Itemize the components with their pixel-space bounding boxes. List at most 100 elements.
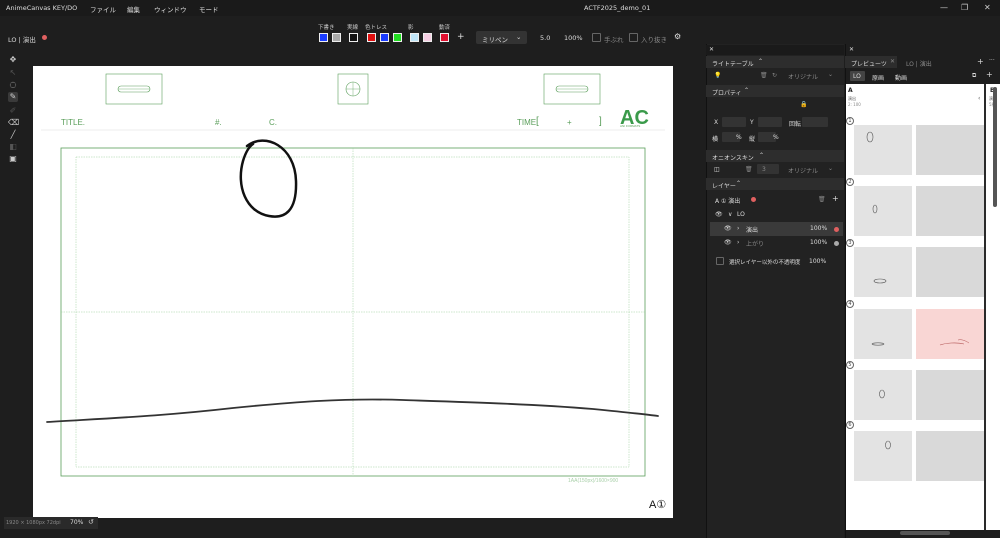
onion-toggle-icon[interactable]: ◫ — [714, 166, 720, 173]
outside-opacity-label: 選択レイヤー以外の不透明度 — [729, 260, 801, 266]
time-bracket-open: [ — [536, 116, 539, 127]
outside-opacity-checkbox[interactable] — [716, 257, 724, 265]
color-swatch-green[interactable] — [393, 33, 402, 42]
brush-select[interactable]: ミリペン ⌄ — [476, 31, 527, 44]
color-swatch-light-blue[interactable] — [410, 33, 419, 42]
color-swatch-red[interactable] — [367, 33, 376, 42]
delete-icon[interactable]: 🗑 — [745, 166, 753, 173]
maximize-icon[interactable]: ❐ — [961, 3, 968, 12]
preview-tab-label[interactable]: LO | 演出 — [906, 59, 932, 68]
menu-window[interactable]: ウィンドウ — [154, 4, 187, 14]
close-icon[interactable]: ✕ — [984, 3, 991, 12]
rotate-field[interactable] — [802, 117, 828, 127]
chevron-icon[interactable]: ⌃ — [744, 87, 749, 94]
reset-zoom-icon[interactable]: ↺ — [88, 518, 94, 526]
menu-mode[interactable]: モード — [199, 4, 219, 14]
color-group-label: 影 — [408, 25, 414, 31]
brush-name: ミリペン — [482, 36, 508, 44]
chevron-down-icon[interactable]: ⌄ — [828, 71, 833, 78]
subtab-douga[interactable]: 動画 — [895, 73, 907, 82]
frame-thumbnails — [866, 131, 970, 450]
color-swatch-gray[interactable] — [332, 33, 341, 42]
color-swatch-blue[interactable] — [319, 33, 328, 42]
lightbulb-icon[interactable]: 💡 — [714, 72, 721, 79]
pen-tool-icon[interactable]: ✎ — [8, 92, 18, 102]
eraser-tool-icon[interactable]: ⌫ — [8, 118, 19, 128]
layer-opacity: 100% — [810, 239, 828, 246]
chevron-right-icon[interactable]: › — [737, 239, 739, 246]
color-swatch-black[interactable] — [349, 33, 358, 42]
subtab-genga[interactable]: 原画 — [872, 73, 884, 82]
add-layer-button[interactable]: + — [832, 194, 839, 203]
color-swatch-red[interactable] — [440, 33, 449, 42]
chevron-down-icon[interactable]: ∨ — [728, 211, 732, 218]
horizontal-scrollbar[interactable] — [900, 531, 950, 535]
copy-icon[interactable]: ⧉ — [972, 72, 976, 80]
time-plus: + — [567, 118, 572, 127]
status-bar: 1920 × 1080px 72dpi 70% ↺ — [4, 517, 98, 529]
color-group-label: 動済 — [439, 25, 451, 31]
color-swatch-pink[interactable] — [423, 33, 432, 42]
delete-layer-icon[interactable]: 🗑 — [818, 196, 826, 203]
menu-edit[interactable]: 編集 — [127, 4, 140, 14]
minimize-icon[interactable]: — — [940, 3, 948, 12]
chevron-icon[interactable]: ⌃ — [736, 180, 741, 187]
stabilizer-checkbox[interactable] — [592, 33, 601, 42]
fill-tool-icon[interactable]: ◧ — [8, 142, 18, 152]
add-color-button[interactable]: + — [457, 32, 465, 42]
layers-title: レイヤー — [712, 183, 736, 190]
onion-count-select[interactable]: 3 — [757, 164, 779, 174]
y-label: Y — [750, 119, 754, 126]
tab-close-icon[interactable]: ✕ — [890, 58, 895, 65]
add-frame-button[interactable]: + — [986, 70, 993, 79]
chevron-icon[interactable]: ⌃ — [758, 58, 763, 65]
chevron-down-icon[interactable]: ⌄ — [828, 165, 833, 172]
chevron-right-icon[interactable]: › — [737, 225, 739, 232]
line-tool-icon[interactable]: ╱ — [8, 130, 18, 140]
select-tool-icon[interactable]: ↖ — [8, 68, 18, 78]
lasso-tool-icon[interactable]: ◌ — [8, 80, 18, 90]
row-number: 2 — [846, 178, 854, 186]
pressure-checkbox[interactable] — [629, 33, 638, 42]
menu-bar: AnimeCanvas KEY/DO ファイル 編集 ウィンドウ モード ACT… — [0, 0, 1000, 16]
panel-close-icon[interactable]: ✕ — [709, 46, 714, 53]
title-label: TITLE. — [61, 118, 86, 127]
eye-icon[interactable]: 👁 — [724, 225, 732, 232]
layer-row[interactable]: 👁 ∨ LO — [710, 208, 843, 222]
color-swatch-blue[interactable] — [380, 33, 389, 42]
delete-icon[interactable]: 🗑 — [760, 72, 768, 79]
zoom-level[interactable]: 70% — [70, 519, 83, 526]
onion-mode[interactable]: オリジナル — [788, 166, 818, 175]
layer-row[interactable]: 👁 › 上がり 100% — [710, 236, 843, 250]
eye-icon[interactable]: 👁 — [724, 239, 732, 246]
lighttable-mode[interactable]: オリジナル — [788, 72, 818, 81]
stabilizer-label: 手ぶれ — [604, 36, 624, 44]
layer-row-selected[interactable]: 👁 › 演出 100% — [710, 222, 843, 236]
add-tab-button[interactable]: + — [977, 57, 984, 66]
subtab-lo[interactable]: LO — [850, 71, 865, 81]
height-unit: % — [773, 134, 779, 141]
more-icon[interactable]: ··· — [989, 57, 995, 64]
panel-close-icon[interactable]: ✕ — [849, 46, 854, 53]
onion-title: オニオンスキン — [712, 155, 754, 162]
canvas-guides: AC — [41, 73, 665, 477]
image-tool-icon[interactable]: ▣ — [8, 154, 18, 164]
column-divider — [984, 84, 986, 530]
y-field[interactable] — [758, 117, 782, 127]
outside-opacity-value[interactable]: 100% — [809, 258, 826, 265]
brush-tool-icon[interactable]: ✐ — [8, 106, 18, 116]
x-field[interactable] — [722, 117, 746, 127]
drawing-canvas[interactable]: AC TITLE. #. C. TIME [ + ] ANI FORMATS 1… — [33, 66, 673, 518]
chevron-icon[interactable]: ⌃ — [759, 152, 764, 159]
menu-file[interactable]: ファイル — [90, 4, 116, 14]
gear-icon[interactable]: ⚙ — [674, 32, 681, 41]
onion-header: オニオンスキン ⌃ — [706, 150, 844, 162]
vertical-scrollbar[interactable] — [993, 87, 997, 207]
x-label: X — [714, 119, 719, 126]
brush-opacity[interactable]: 100% — [564, 34, 583, 42]
lock-icon[interactable]: 🔒 — [800, 101, 807, 108]
brush-size[interactable]: 5.0 — [540, 34, 550, 42]
refresh-icon[interactable]: ↻ — [772, 72, 777, 79]
move-tool-icon[interactable]: ✥ — [8, 55, 18, 65]
eye-icon[interactable]: 👁 — [715, 211, 723, 218]
